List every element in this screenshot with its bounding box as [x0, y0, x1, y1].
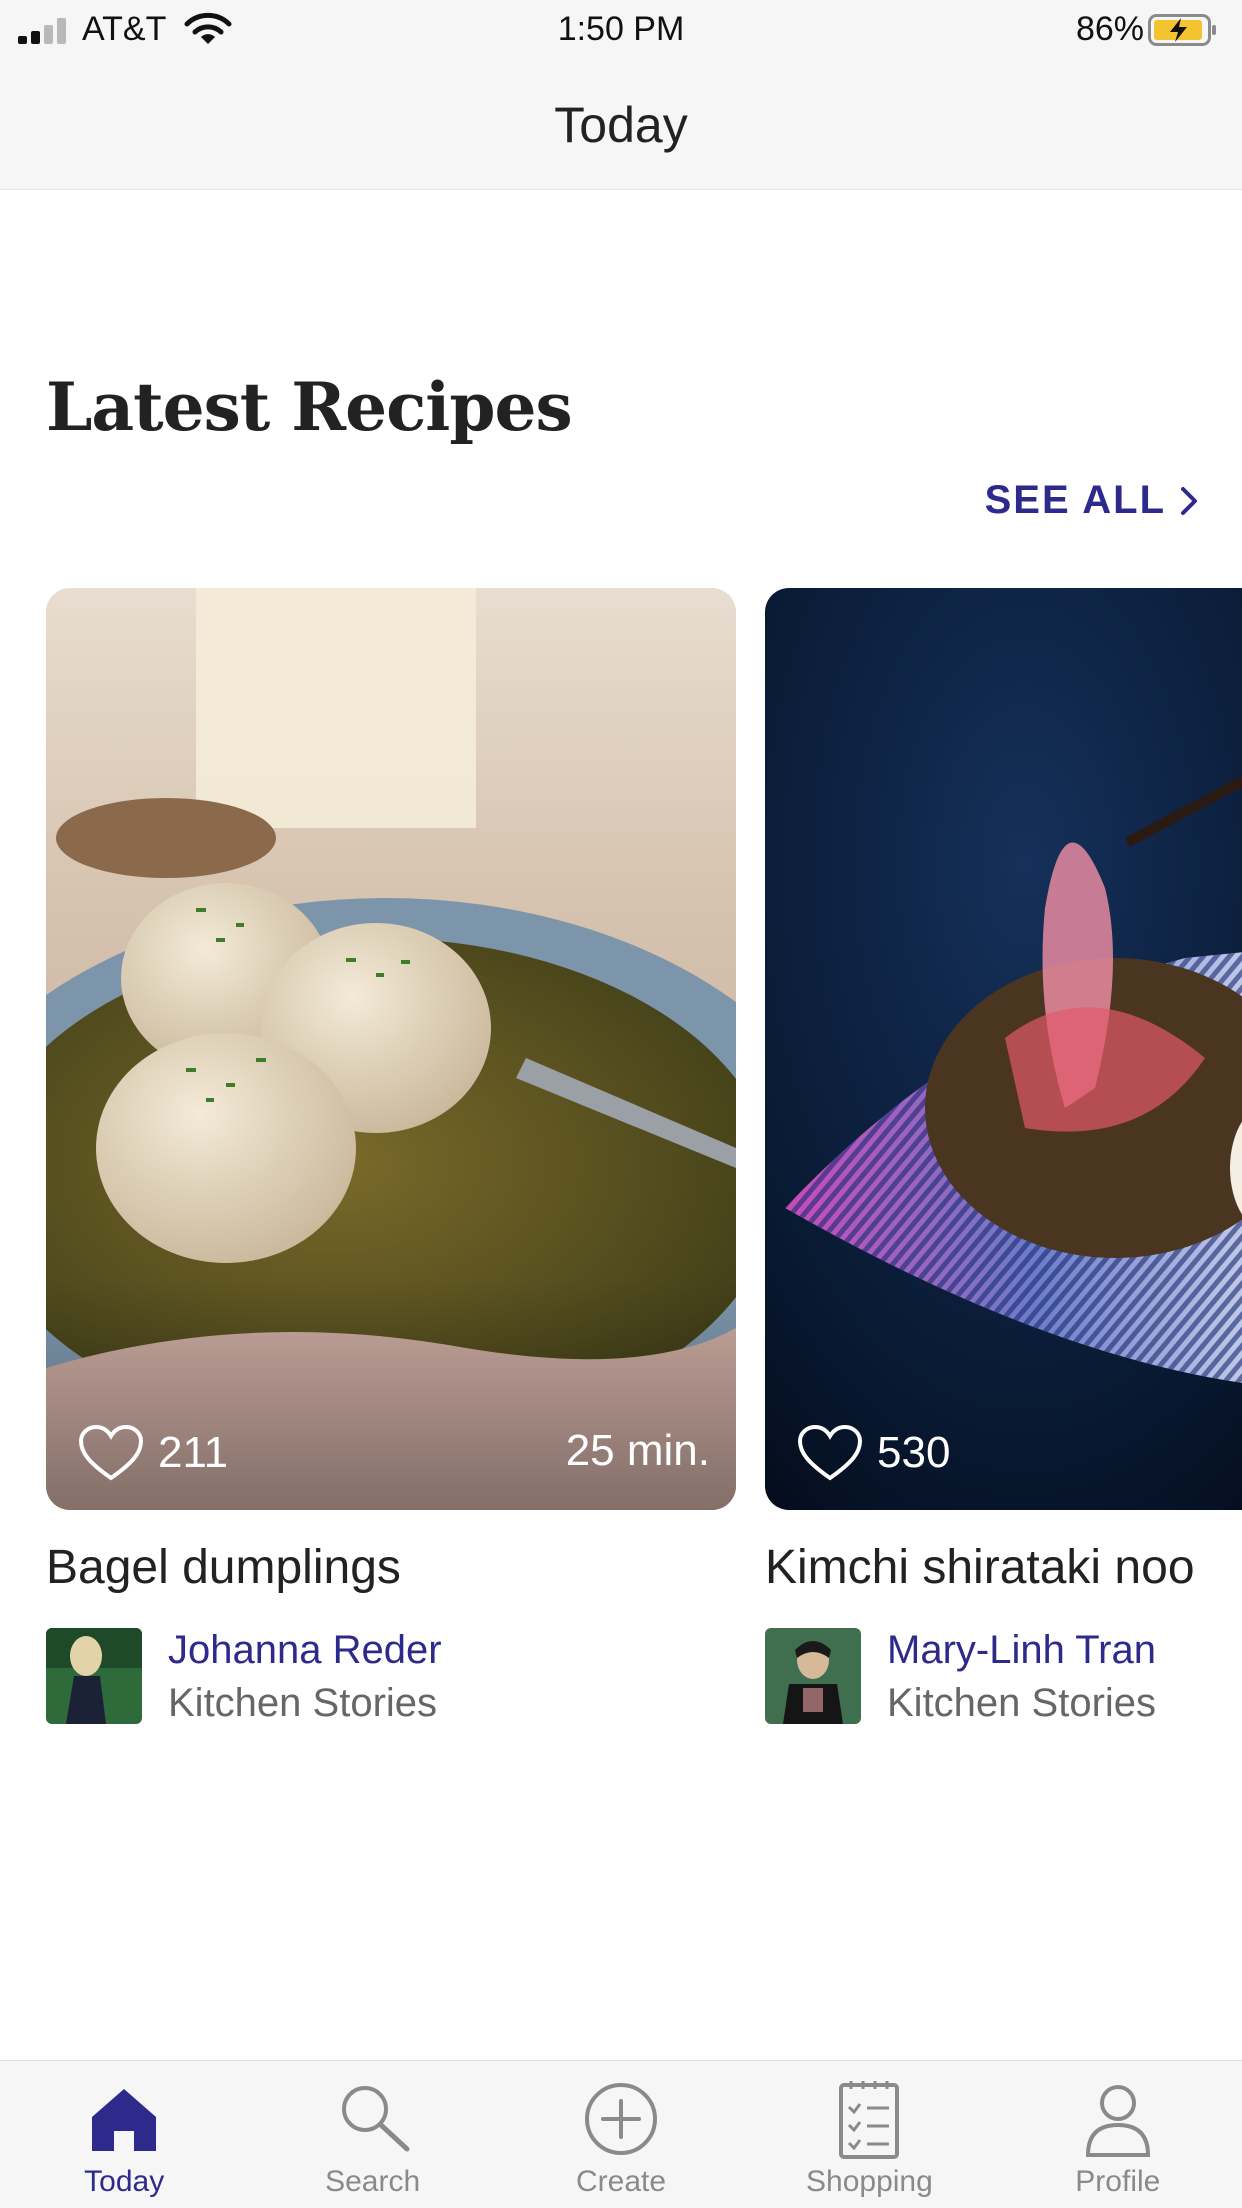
search-icon [341, 2086, 410, 2152]
tab-bar: Today Search Create Shopping Profile [0, 2060, 1242, 2208]
see-all-label: SEE ALL [984, 478, 1166, 522]
tab-label: Search [325, 2165, 421, 2198]
recipe-title[interactable]: Bagel dumplings [46, 1540, 401, 1595]
cook-duration: 25 min. [565, 1426, 710, 1475]
author-source: Kitchen Stories [887, 1681, 1157, 1725]
chevron-right-icon [1181, 486, 1197, 515]
avatar [46, 1628, 142, 1724]
heart-icon [78, 1424, 144, 1481]
recipe-card-bagel-dumplings[interactable]: 211 25 min. [46, 588, 736, 1510]
tab-label: Profile [1075, 2165, 1161, 2198]
avatar [765, 1628, 861, 1724]
recipe-photo [765, 588, 1242, 1510]
battery-charging-icon [1148, 14, 1216, 46]
recipe-author[interactable]: Johanna Reder Kitchen Stories [46, 1628, 442, 1726]
recipe-author[interactable]: Mary-Linh Tran Kitchen Stories [765, 1628, 1156, 1726]
home-icon [92, 2089, 157, 2151]
tab-label: Create [575, 2165, 667, 2198]
heart-icon [797, 1424, 863, 1481]
likes-count[interactable]: 530 [797, 1424, 950, 1482]
tab-shopping[interactable]: Shopping [745, 2061, 993, 2208]
tab-profile[interactable]: Profile [994, 2061, 1242, 2208]
page-title: Today [554, 97, 688, 153]
tab-create[interactable]: Create [497, 2061, 745, 2208]
likes-count[interactable]: 211 [78, 1424, 228, 1482]
author-name: Johanna Reder [168, 1628, 442, 1672]
likes-value: 211 [158, 1428, 229, 1477]
status-time: 1:50 PM [557, 10, 685, 48]
recipe-photo [46, 588, 736, 1510]
likes-value: 530 [877, 1428, 951, 1477]
top-bar: AT&T 1:50 PM 86% Today [0, 0, 1242, 190]
recipe-title[interactable]: Kimchi shirataki noo [765, 1540, 1195, 1595]
recipe-card-kimchi-shirataki[interactable]: 530 [765, 588, 1242, 1510]
section-title: Latest Recipes [46, 368, 573, 446]
tab-search[interactable]: Search [248, 2061, 496, 2208]
checklist-icon [839, 2081, 900, 2159]
see-all-button[interactable]: SEE ALL [985, 478, 1198, 523]
plus-circle-icon [585, 2083, 658, 2155]
author-name: Mary-Linh Tran [887, 1628, 1156, 1672]
tab-label: Shopping [806, 2165, 933, 2198]
tab-label: Today [84, 2165, 165, 2198]
person-icon [1085, 2085, 1150, 2157]
tab-today[interactable]: Today [0, 2061, 248, 2208]
status-bar: AT&T 1:50 PM 86% [0, 0, 1242, 58]
battery-percent: 86% [1075, 10, 1144, 48]
author-source: Kitchen Stories [168, 1681, 438, 1725]
